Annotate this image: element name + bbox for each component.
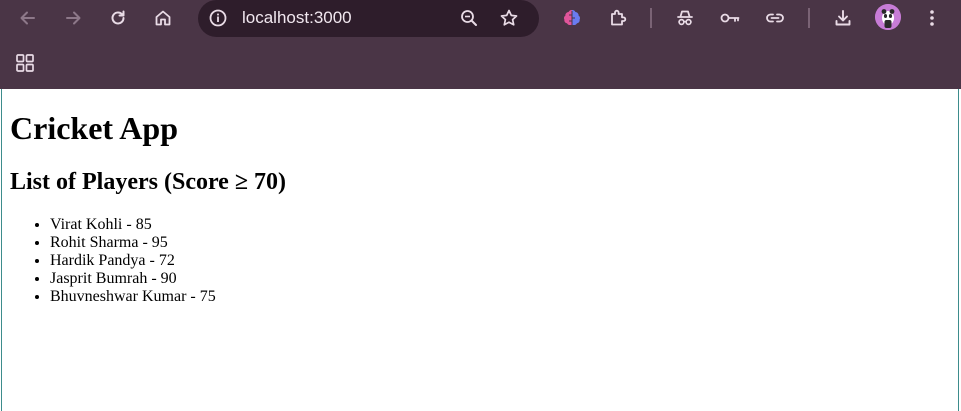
list-item: Bhuvneshwar Kumar - 75 (50, 288, 216, 306)
extensions-puzzle-icon[interactable] (605, 5, 631, 31)
list-item: Virat Kohli - 85 (50, 216, 216, 234)
reload-icon[interactable] (105, 5, 131, 31)
forward-icon[interactable] (60, 5, 86, 31)
extension-ai-icon[interactable] (559, 5, 585, 31)
list-item: Jasprit Bumrah - 90 (50, 270, 216, 288)
download-icon[interactable] (830, 5, 856, 31)
back-icon[interactable] (15, 5, 41, 31)
site-info-icon[interactable] (206, 6, 230, 30)
players-heading: List of Players (Score ≥ 70) (10, 169, 286, 195)
toolbar-divider (650, 8, 652, 28)
link-icon[interactable] (762, 5, 788, 31)
bookmarks-bar (0, 40, 961, 86)
url-text[interactable]: localhost:3000 (242, 8, 352, 28)
incognito-spy-icon[interactable] (672, 5, 698, 31)
profile-avatar[interactable] (875, 4, 901, 30)
browser-toolbar: localhost:3000 (0, 0, 961, 37)
list-item: Hardik Pandya - 72 (50, 252, 216, 270)
page-viewport: Cricket App List of Players (Score ≥ 70)… (1, 89, 959, 411)
address-bar[interactable]: localhost:3000 (198, 0, 539, 37)
bookmark-star-icon[interactable] (497, 6, 521, 30)
home-icon[interactable] (150, 5, 176, 31)
players-list: Virat Kohli - 85 Rohit Sharma - 95 Hardi… (10, 216, 216, 306)
more-menu-icon[interactable] (919, 5, 945, 31)
browser-chrome: localhost:3000 (0, 0, 961, 89)
apps-grid-icon[interactable] (15, 53, 35, 73)
toolbar-divider (808, 8, 810, 28)
list-item: Rohit Sharma - 95 (50, 234, 216, 252)
zoom-icon[interactable] (457, 6, 481, 30)
password-key-icon[interactable] (717, 5, 743, 31)
page-title: Cricket App (10, 110, 178, 146)
